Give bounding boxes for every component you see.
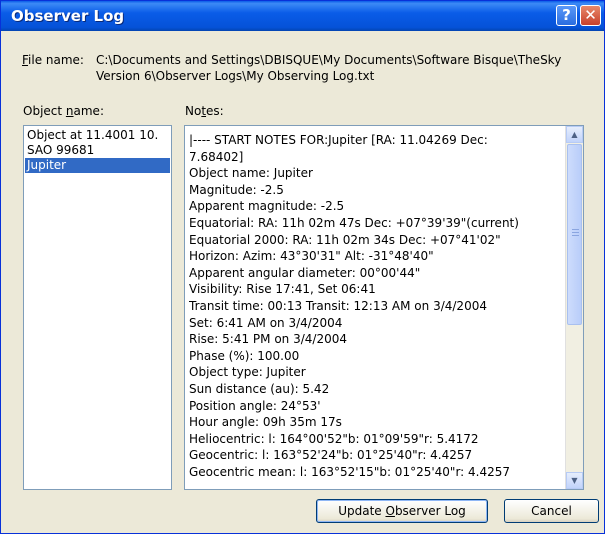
notes-line: Set: 6:41 AM on 3/4/2004 [189, 315, 343, 330]
title-bar[interactable]: Observer Log ? ✕ [1, 1, 604, 31]
notes-scrollbar[interactable]: ▲ ▼ [565, 126, 583, 489]
close-icon[interactable]: ✕ [580, 5, 601, 26]
notes-textarea[interactable]: |---- START NOTES FOR:Jupiter [RA: 11.04… [184, 125, 584, 490]
object-list-item[interactable]: Object at 11.4001 10. [25, 128, 170, 143]
notes-line: 7.68402] [189, 149, 244, 164]
help-icon[interactable]: ? [556, 5, 577, 26]
thumb-grip [572, 229, 579, 230]
notes-line: Magnitude: -2.5 [189, 182, 284, 197]
notes-line: Apparent magnitude: -2.5 [189, 199, 345, 214]
file-name-label: File name: [22, 53, 84, 67]
notes-line: Heliocentric: l: 164°00'52"b: 01°09'59"r… [189, 431, 479, 446]
cancel-button[interactable]: Cancel [504, 499, 599, 523]
window-title: Observer Log [11, 7, 125, 25]
object-name-label: Object name: [23, 104, 104, 118]
notes-line: Phase (%): 100.00 [189, 348, 300, 363]
thumb-grip [572, 232, 579, 233]
notes-line: Object type: Jupiter [189, 365, 306, 380]
notes-label: Notes: [185, 104, 224, 118]
object-list-item[interactable]: Jupiter [25, 158, 170, 173]
notes-text[interactable]: |---- START NOTES FOR:Jupiter [RA: 11.04… [189, 132, 561, 480]
notes-line: Horizon: Azim: 43°30'31" Alt: -31°48'40" [189, 249, 434, 264]
thumb-grip [572, 235, 579, 236]
object-name-list[interactable]: Object at 11.4001 10. SAO 99681 Jupiter [23, 125, 172, 490]
notes-line: Hour angle: 09h 35m 17s [189, 415, 342, 430]
notes-line: Object name: Jupiter [189, 166, 313, 181]
notes-line: Visibility: Rise 17:41, Set 06:41 [189, 282, 376, 297]
file-path-line-2: Version 6\Observer Logs\My Observing Log… [96, 69, 375, 83]
notes-line: |---- START NOTES FOR:Jupiter [RA: 11.04… [189, 133, 488, 147]
observer-log-dialog: Observer Log ? ✕ File name: C:\Documents… [0, 0, 605, 534]
notes-line: Equatorial 2000: RA: 11h 02m 34s Dec: +0… [189, 232, 501, 247]
notes-line: Transit time: 00:13 Transit: 12:13 AM on… [189, 298, 487, 313]
notes-line: Geocentric mean: l: 163°52'15"b: 01°25'4… [189, 464, 511, 479]
scroll-down-icon[interactable]: ▼ [566, 472, 583, 489]
notes-line: Rise: 5:41 PM on 3/4/2004 [189, 332, 347, 347]
scroll-up-icon[interactable]: ▲ [566, 126, 583, 143]
object-list-item[interactable]: SAO 99681 [25, 143, 170, 158]
update-observer-log-button[interactable]: Update Observer Log [316, 499, 488, 523]
notes-line: Geocentric: l: 163°52'24"b: 01°25'40"r: … [189, 448, 473, 463]
notes-line: Apparent angular diameter: 00°00'44" [189, 265, 421, 280]
notes-line: Position angle: 24°53' [189, 398, 321, 413]
notes-line: Equatorial: RA: 11h 02m 47s Dec: +07°39'… [189, 215, 519, 230]
notes-line: Sun distance (au): 5.42 [189, 381, 330, 396]
scroll-thumb[interactable] [567, 144, 582, 325]
file-path-line-1: C:\Documents and Settings\DBISQUE\My Doc… [96, 53, 562, 67]
